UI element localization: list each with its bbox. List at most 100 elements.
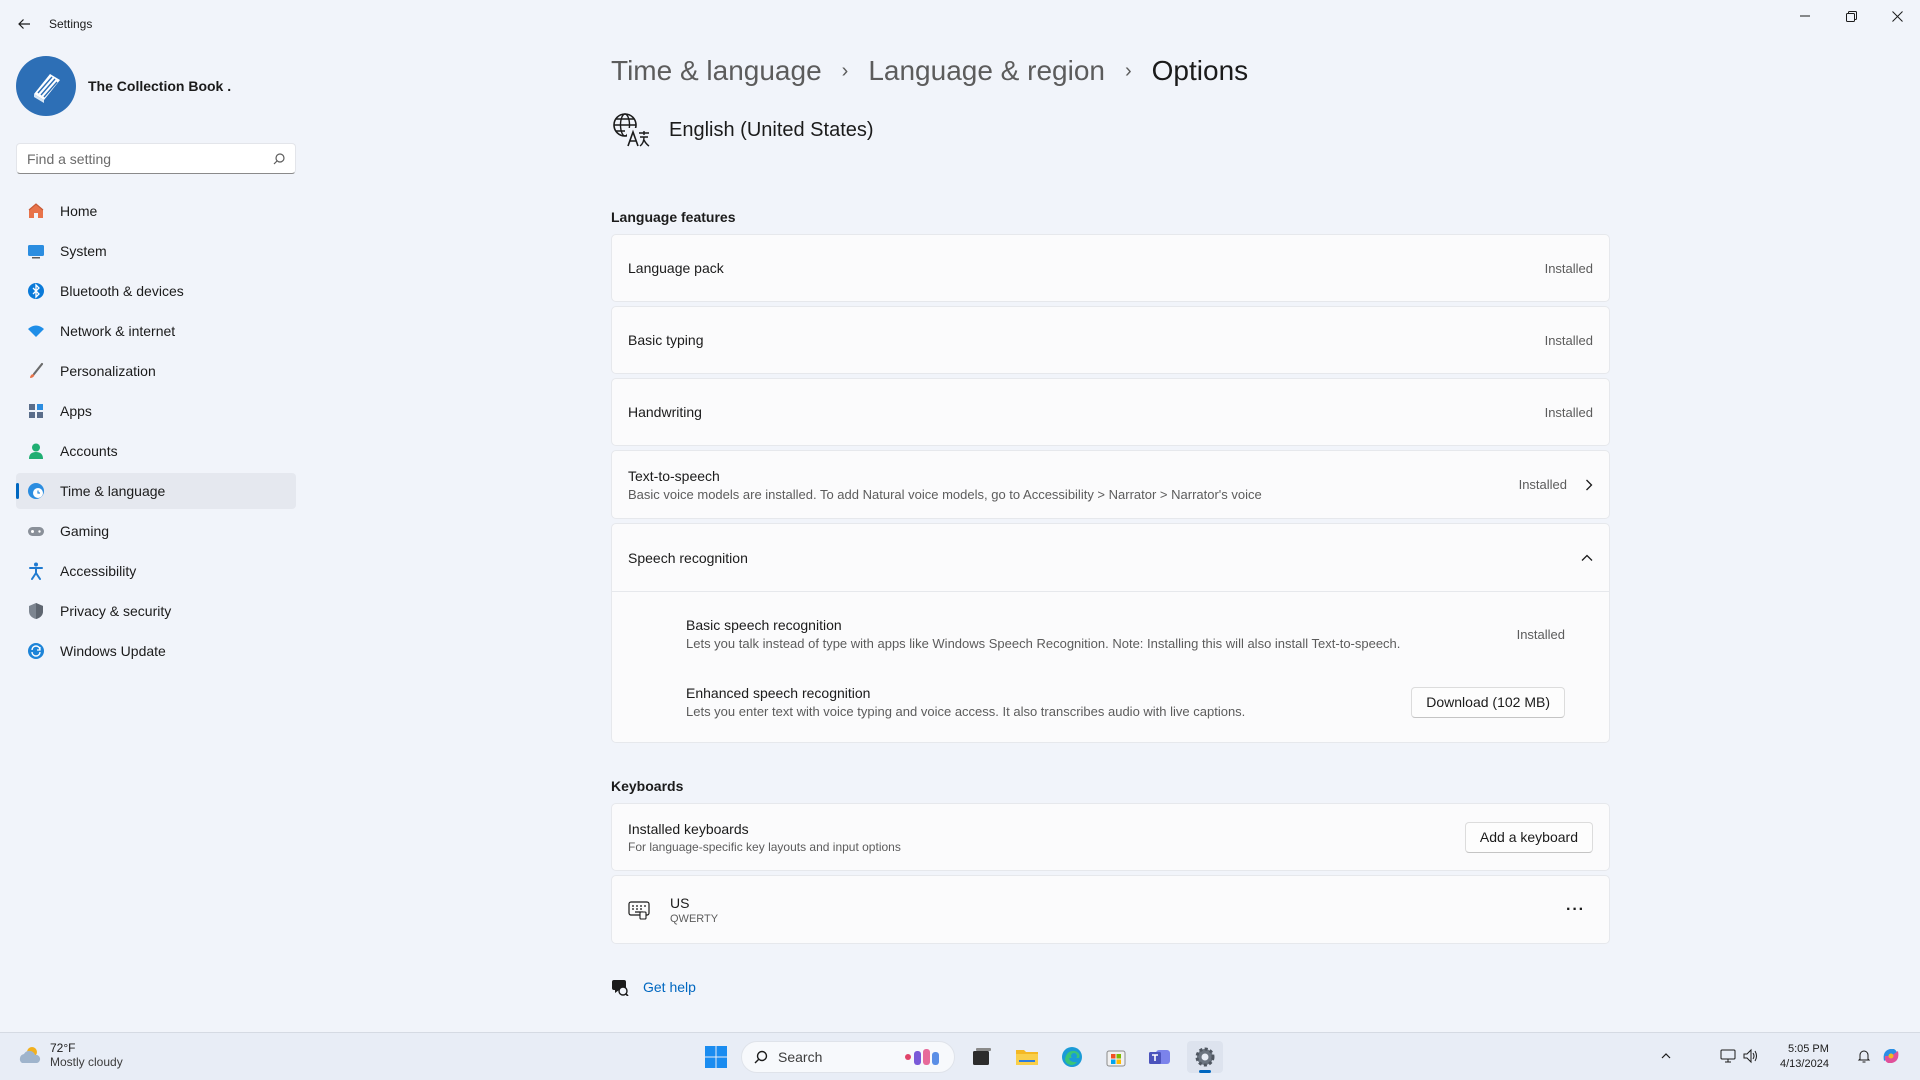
speech-recognition-header[interactable]: Speech recognition xyxy=(612,524,1609,592)
teams-button[interactable] xyxy=(1142,1041,1178,1073)
sidebar-item-accessibility[interactable]: Accessibility xyxy=(16,553,296,589)
sidebar-item-label: Time & language xyxy=(60,483,166,499)
chevron-up-icon[interactable] xyxy=(1661,1052,1671,1060)
keyboard-icon xyxy=(628,900,650,920)
time-language-icon xyxy=(26,481,46,501)
copilot-icon[interactable] xyxy=(1880,1045,1902,1067)
sidebar-item-label: Network & internet xyxy=(60,323,176,339)
language-pack-label: Language pack xyxy=(628,260,724,276)
help-icon xyxy=(612,980,629,996)
taskbar: 72°F Mostly cloudy Search 5:05 PM 4/13/2… xyxy=(0,1032,1920,1080)
text-to-speech-card[interactable]: Text-to-speech Basic voice models are in… xyxy=(611,450,1610,519)
sidebar-item-windows-update[interactable]: Windows Update xyxy=(16,633,296,669)
minimize-button[interactable] xyxy=(1782,0,1828,32)
basic-speech-description: Lets you talk instead of type with apps … xyxy=(686,636,1401,651)
book-icon xyxy=(34,74,60,103)
more-options-button[interactable]: ··· xyxy=(1558,897,1593,923)
language-icon xyxy=(613,113,650,147)
page-title: Options xyxy=(1151,55,1249,86)
sidebar-item-label: System xyxy=(60,243,107,259)
sidebar-item-privacy[interactable]: Privacy & security xyxy=(16,593,296,629)
download-button[interactable]: Download (102 MB) xyxy=(1411,686,1565,718)
language-features-heading: Language features xyxy=(611,209,736,225)
basic-typing-card: Basic typing Installed xyxy=(611,306,1610,374)
sidebar-item-accounts[interactable]: Accounts xyxy=(16,433,296,469)
get-help: Get help xyxy=(611,978,696,996)
sidebar-item-personalization[interactable]: Personalization xyxy=(16,353,296,389)
restore-button[interactable] xyxy=(1828,0,1874,32)
language-name: English (United States) xyxy=(669,118,874,141)
sidebar-item-label: Bluetooth & devices xyxy=(60,283,184,299)
keyboard-name: US xyxy=(670,894,690,911)
gamepad-icon xyxy=(26,521,46,541)
volume-icon[interactable] xyxy=(1742,1048,1758,1064)
language-header: English (United States) xyxy=(611,111,874,149)
sidebar-item-system[interactable]: System xyxy=(16,233,296,269)
weather-widget[interactable]: 72°F Mostly cloudy xyxy=(16,1041,123,1069)
search-input[interactable] xyxy=(27,150,273,167)
sidebar-item-home[interactable]: Home xyxy=(16,193,296,229)
notifications-icon[interactable] xyxy=(1856,1048,1872,1064)
sidebar-item-label: Apps xyxy=(60,403,92,419)
language-pack-status: Installed xyxy=(1544,260,1593,276)
breadcrumb-time-language[interactable]: Time & language xyxy=(611,55,822,87)
text-to-speech-status: Installed xyxy=(1518,477,1567,492)
app-title: Settings xyxy=(49,17,93,31)
title-bar: Settings xyxy=(0,0,1920,48)
profile-name: The Collection Book . xyxy=(88,78,232,94)
get-help-link[interactable]: Get help xyxy=(643,979,696,995)
sidebar-item-label: Privacy & security xyxy=(60,603,172,619)
basic-speech-status: Installed xyxy=(1516,626,1565,642)
bluetooth-icon xyxy=(26,281,46,301)
close-button[interactable] xyxy=(1874,0,1920,32)
sidebar-item-label: Windows Update xyxy=(60,643,166,659)
edge-button[interactable] xyxy=(1054,1041,1090,1073)
task-view-button[interactable] xyxy=(964,1041,1000,1073)
basic-typing-status: Installed xyxy=(1544,332,1593,348)
installed-keyboards-description: For language-specific key layouts and in… xyxy=(628,839,901,854)
basic-typing-label: Basic typing xyxy=(628,332,704,348)
minimize-icon xyxy=(1800,15,1810,17)
sidebar-item-network[interactable]: Network & internet xyxy=(16,313,296,349)
sidebar-item-label: Personalization xyxy=(60,363,156,379)
start-button[interactable] xyxy=(698,1041,734,1073)
settings-taskbar-button[interactable] xyxy=(1187,1041,1223,1073)
weather-temp: 72°F xyxy=(50,1041,76,1055)
breadcrumb-separator: › xyxy=(1124,59,1132,82)
search-icon xyxy=(754,1050,768,1064)
sidebar-item-bluetooth[interactable]: Bluetooth & devices xyxy=(16,273,296,309)
sidebar-item-label: Home xyxy=(60,203,98,219)
task-view-icon xyxy=(973,1048,991,1065)
add-keyboard-button[interactable]: Add a keyboard xyxy=(1464,821,1593,853)
edge-icon xyxy=(1062,1047,1082,1067)
settings-search[interactable] xyxy=(16,143,296,174)
store-icon xyxy=(1106,1050,1126,1067)
enhanced-speech-recognition-row: Enhanced speech recognition Lets you ent… xyxy=(612,685,1609,719)
back-button[interactable] xyxy=(12,12,36,36)
sidebar-item-gaming[interactable]: Gaming xyxy=(16,513,296,549)
sidebar-item-apps[interactable]: Apps xyxy=(16,393,296,429)
home-icon xyxy=(26,201,46,221)
accounts-icon xyxy=(26,441,46,461)
sidebar-item-label: Accessibility xyxy=(60,563,137,579)
enhanced-speech-description: Lets you enter text with voice typing an… xyxy=(686,704,1246,719)
network-icon[interactable] xyxy=(1720,1048,1736,1064)
keyboard-us-card: US QWERTY ··· xyxy=(611,875,1610,944)
store-button[interactable] xyxy=(1098,1041,1134,1073)
clock[interactable]: 5:05 PM 4/13/2024 xyxy=(1780,1042,1829,1072)
shield-icon xyxy=(26,601,46,621)
taskbar-search-label: Search xyxy=(778,1049,823,1065)
folder-icon xyxy=(1016,1050,1038,1065)
file-explorer-button[interactable] xyxy=(1009,1041,1045,1073)
wifi-icon xyxy=(26,321,46,341)
restore-icon xyxy=(1845,10,1857,22)
taskbar-search[interactable]: Search xyxy=(741,1041,955,1073)
speech-recognition-label: Speech recognition xyxy=(628,549,748,566)
chevron-right-icon xyxy=(1586,479,1593,490)
teams-icon xyxy=(1149,1050,1170,1064)
breadcrumb-language-region[interactable]: Language & region xyxy=(868,55,1105,87)
handwriting-status: Installed xyxy=(1544,404,1593,420)
sidebar-item-time-language[interactable]: Time & language xyxy=(16,473,296,509)
keyboard-layout: QWERTY xyxy=(670,912,719,925)
user-profile[interactable]: The Collection Book . xyxy=(16,56,231,116)
